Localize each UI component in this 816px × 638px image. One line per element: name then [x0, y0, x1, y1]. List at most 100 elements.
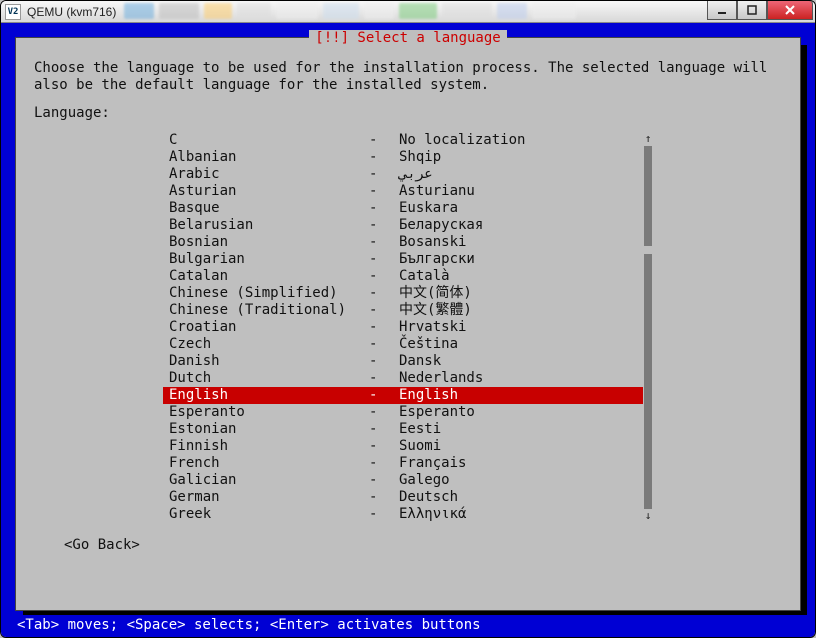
- language-option[interactable]: Bosnian-Bosanski: [163, 234, 643, 251]
- language-native: 中文(繁體): [399, 302, 643, 320]
- separator: -: [369, 319, 399, 337]
- separator: -: [369, 353, 399, 371]
- language-name: Dutch: [169, 370, 369, 388]
- language-native: Deutsch: [399, 489, 643, 507]
- language-native: Беларуская: [399, 217, 643, 235]
- language-option[interactable]: Dutch-Nederlands: [163, 370, 643, 387]
- separator: -: [369, 336, 399, 354]
- language-native: Hrvatski: [399, 319, 643, 337]
- language-name: French: [169, 455, 369, 473]
- titlebar[interactable]: V2 QEMU (kvm716): [1, 1, 815, 23]
- language-name: Albanian: [169, 149, 369, 167]
- language-name: German: [169, 489, 369, 507]
- separator: -: [369, 217, 399, 235]
- separator: -: [369, 421, 399, 439]
- language-option[interactable]: Albanian-Shqip: [163, 149, 643, 166]
- app-window: V2 QEMU (kvm716): [0, 0, 816, 638]
- language-option[interactable]: Danish-Dansk: [163, 353, 643, 370]
- language-native: Français: [399, 455, 643, 473]
- language-list-label: Language:: [34, 105, 782, 123]
- close-button[interactable]: [767, 0, 813, 20]
- language-option[interactable]: German-Deutsch: [163, 489, 643, 506]
- language-list[interactable]: C-No localizationAlbanian-ShqipArabic-عر…: [163, 132, 643, 523]
- separator: -: [369, 302, 399, 320]
- footer-help-text: <Tab> moves; <Space> selects; <Enter> ac…: [15, 615, 801, 633]
- language-name: English: [169, 387, 369, 405]
- window-title: QEMU (kvm716): [27, 5, 116, 19]
- separator: -: [369, 387, 399, 405]
- language-name: Greek: [169, 506, 369, 524]
- separator: -: [369, 251, 399, 269]
- separator: -: [369, 132, 399, 150]
- language-option[interactable]: Arabic-عربي: [163, 166, 643, 183]
- language-native: Euskara: [399, 200, 643, 218]
- language-option[interactable]: Bulgarian-Български: [163, 251, 643, 268]
- language-option[interactable]: Galician-Galego: [163, 472, 643, 489]
- language-option[interactable]: Greek-Ελληνικά: [163, 506, 643, 523]
- dialog-title: [!!] Select a language: [309, 30, 506, 48]
- language-native: Ελληνικά: [399, 506, 643, 524]
- separator: -: [369, 455, 399, 473]
- language-name: Esperanto: [169, 404, 369, 422]
- language-name: Danish: [169, 353, 369, 371]
- language-native: No localization: [399, 132, 643, 150]
- language-option[interactable]: Chinese (Simplified)-中文(简体): [163, 285, 643, 302]
- language-native: Galego: [399, 472, 643, 490]
- language-native: Suomi: [399, 438, 643, 456]
- language-option[interactable]: Estonian-Eesti: [163, 421, 643, 438]
- language-option[interactable]: Esperanto-Esperanto: [163, 404, 643, 421]
- language-option[interactable]: Belarusian-Беларуская: [163, 217, 643, 234]
- language-native: English: [399, 387, 643, 405]
- language-name: Finnish: [169, 438, 369, 456]
- language-option[interactable]: Catalan-Català: [163, 268, 643, 285]
- language-native: Dansk: [399, 353, 643, 371]
- go-back-button[interactable]: <Go Back>: [64, 537, 782, 555]
- language-name: Galician: [169, 472, 369, 490]
- separator: -: [369, 438, 399, 456]
- language-name: C: [169, 132, 369, 150]
- separator: -: [369, 285, 399, 303]
- language-name: Catalan: [169, 268, 369, 286]
- language-native: Shqip: [399, 149, 643, 167]
- maximize-button[interactable]: [737, 0, 767, 20]
- language-option[interactable]: Czech-Čeština: [163, 336, 643, 353]
- language-native: Čeština: [399, 336, 643, 354]
- language-name: Croatian: [169, 319, 369, 337]
- language-option[interactable]: English-English: [163, 387, 643, 404]
- language-native: Bosanski: [399, 234, 643, 252]
- vnc-icon: V2: [5, 4, 21, 20]
- language-name: Arabic: [169, 166, 369, 184]
- background-taskbar-blur: [124, 3, 803, 21]
- language-option[interactable]: Croatian-Hrvatski: [163, 319, 643, 336]
- separator: -: [369, 472, 399, 490]
- scrollbar-track[interactable]: [644, 146, 652, 509]
- language-option[interactable]: Finnish-Suomi: [163, 438, 643, 455]
- close-icon: [784, 4, 796, 16]
- language-native: Български: [399, 251, 643, 269]
- maximize-icon: [747, 5, 757, 15]
- language-option[interactable]: C-No localization: [163, 132, 643, 149]
- separator: -: [369, 404, 399, 422]
- scroll-up-arrow-icon[interactable]: ↑: [645, 132, 652, 146]
- language-option[interactable]: Basque-Euskara: [163, 200, 643, 217]
- language-name: Belarusian: [169, 217, 369, 235]
- language-name: Basque: [169, 200, 369, 218]
- dialog-instructions: Choose the language to be used for the i…: [34, 60, 782, 95]
- separator: -: [369, 166, 399, 184]
- language-name: Bosnian: [169, 234, 369, 252]
- scroll-down-arrow-icon[interactable]: ↓: [645, 509, 652, 523]
- scrollbar-gap: [644, 246, 652, 254]
- language-name: Estonian: [169, 421, 369, 439]
- language-option[interactable]: Asturian-Asturianu: [163, 183, 643, 200]
- language-option[interactable]: French-Français: [163, 455, 643, 472]
- language-option[interactable]: Chinese (Traditional)-中文(繁體): [163, 302, 643, 319]
- language-native: Nederlands: [399, 370, 643, 388]
- language-native: Asturianu: [399, 183, 643, 201]
- language-name: Chinese (Traditional): [169, 302, 369, 320]
- scrollbar[interactable]: ↑ ↓: [643, 132, 653, 523]
- window-controls: [707, 0, 813, 20]
- language-native: 中文(简体): [399, 285, 643, 303]
- separator: -: [369, 183, 399, 201]
- language-name: Asturian: [169, 183, 369, 201]
- minimize-button[interactable]: [707, 0, 737, 20]
